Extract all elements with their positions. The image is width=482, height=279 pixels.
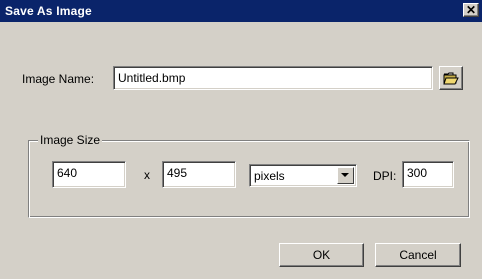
dimension-separator: x	[144, 168, 150, 182]
window-title: Save As Image	[5, 4, 92, 18]
width-value: 640	[57, 166, 78, 180]
cancel-button[interactable]: Cancel	[375, 243, 461, 267]
image-name-input[interactable]: Untitled.bmp	[113, 66, 433, 90]
browse-button[interactable]	[439, 66, 463, 90]
close-button[interactable]: ✕	[463, 3, 479, 17]
image-name-label: Image Name:	[22, 72, 95, 86]
width-input[interactable]: 640	[52, 161, 126, 188]
dpi-value: 300	[407, 166, 428, 180]
height-input[interactable]: 495	[162, 161, 236, 188]
image-size-group-label: Image Size	[38, 133, 103, 147]
chevron-down-icon[interactable]	[337, 167, 354, 184]
folder-open-icon	[443, 72, 459, 85]
units-value: pixels	[254, 169, 285, 183]
dpi-input[interactable]: 300	[402, 161, 454, 188]
dpi-label: DPI:	[373, 169, 397, 183]
ok-button[interactable]: OK	[279, 243, 364, 267]
units-select[interactable]: pixels	[249, 164, 357, 187]
close-icon: ✕	[465, 3, 477, 17]
save-as-image-dialog: Save As Image ✕ Image Name: Untitled.bmp…	[0, 0, 482, 279]
image-name-value: Untitled.bmp	[118, 71, 186, 85]
title-bar: Save As Image ✕	[0, 0, 482, 22]
height-value: 495	[167, 166, 188, 180]
